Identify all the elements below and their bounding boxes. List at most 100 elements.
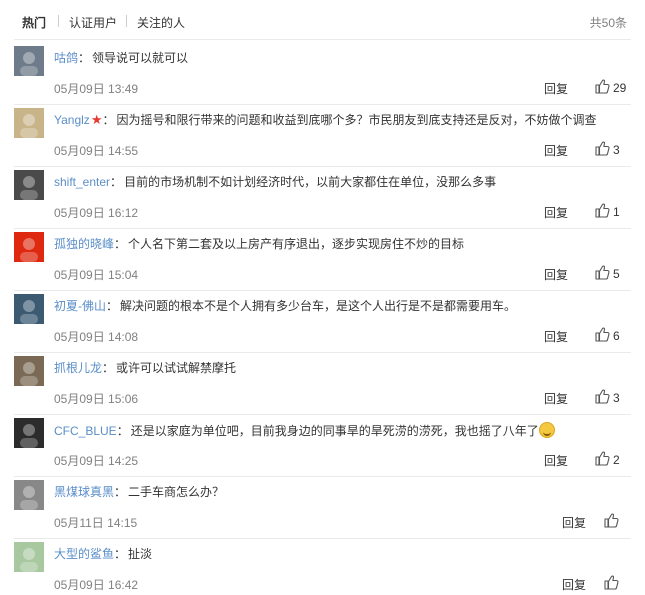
username-link[interactable]: 初夏-佛山 xyxy=(54,299,106,313)
comment-line: 初夏-佛山： 解决问题的根本不是个人拥有多少台车，是这个人出行是不是都需要用车。 xyxy=(54,298,625,314)
thumbs-up-icon xyxy=(603,512,619,531)
comment-timestamp: 05月11日 14:15 xyxy=(54,516,138,530)
thumbs-up-icon xyxy=(594,388,610,407)
comment-text: 扯淡 xyxy=(128,547,153,561)
star-badge-icon: ★ xyxy=(90,112,103,127)
comment-timestamp: 05月09日 13:49 xyxy=(54,82,139,96)
avatar[interactable] xyxy=(14,542,44,572)
avatar-image xyxy=(14,108,44,138)
comment-tabs: 热门 认证用户 关注的人 共50条 xyxy=(0,0,645,40)
like-count: 3 xyxy=(613,390,620,405)
avatar[interactable] xyxy=(14,170,44,200)
thumbs-up-icon xyxy=(594,264,610,283)
colon: ： xyxy=(106,299,119,313)
comment-item: 孤独的晓峰： 个人名下第二套及以上房产有序退出，逐步实现房住不炒的目标 05月09日… xyxy=(0,229,645,291)
comment-item: 抓根儿龙： 或许可以试试解禁摩托 05月09日 15:06 回复 3 xyxy=(0,353,645,415)
comment-item: 黑煤球真黑： 二手车商怎么办？ 05月11日 14:15 回复 xyxy=(0,477,645,539)
avatar-image xyxy=(14,418,44,448)
comment-item: 大型的鲨鱼： 扯淡 05月09日 16:42 回复 xyxy=(0,539,645,595)
thumbs-up-icon xyxy=(594,140,610,159)
comment-timestamp: 05月09日 14:55 xyxy=(54,144,139,158)
colon: ： xyxy=(110,175,123,189)
like-button[interactable]: 1 xyxy=(594,202,620,221)
like-button[interactable] xyxy=(603,512,619,531)
comment-timestamp: 05月09日 14:08 xyxy=(54,330,139,344)
colon: ： xyxy=(102,113,115,127)
username-link[interactable]: 咕鸽 xyxy=(54,51,78,65)
comment-text: 或许可以试试解禁摩托 xyxy=(116,361,237,375)
reply-button[interactable]: 回复 xyxy=(544,80,568,97)
reply-button[interactable]: 回复 xyxy=(544,142,568,159)
avatar[interactable] xyxy=(14,232,44,262)
username-link[interactable]: shift_enter xyxy=(54,175,110,189)
avatar-image xyxy=(14,480,44,510)
tab-verified-users[interactable]: 认证用户 xyxy=(69,14,117,31)
comment-item: 咕鸽： 领导说可以就可以 05月09日 13:49 回复 29 xyxy=(0,43,645,105)
like-button[interactable]: 2 xyxy=(594,450,620,469)
avatar-image xyxy=(14,170,44,200)
divider xyxy=(14,39,631,40)
comment-text: 二手车商怎么办？ xyxy=(128,485,225,499)
comment-line: shift_enter： 目前的市场机制不如计划经济时代，以前大家都住在单位，没那… xyxy=(54,174,625,190)
like-button[interactable]: 3 xyxy=(594,140,620,159)
colon: ： xyxy=(78,51,91,65)
username-link[interactable]: 大型的鲨鱼 xyxy=(54,547,114,561)
reply-button[interactable]: 回复 xyxy=(544,390,568,407)
comment-line: CFC_BLUE： 还是以家庭为单位吧，目前我身边的同事旱的旱死涝的涝死，我也摇了… xyxy=(54,422,625,439)
reply-button[interactable]: 回复 xyxy=(544,266,568,283)
comment-text: 领导说可以就可以 xyxy=(92,51,189,65)
comment-text: 因为摇号和限行带来的问题和收益到底哪个多？市民朋友到底支持还是反对，不妨做个调查 xyxy=(116,113,597,127)
avatar[interactable] xyxy=(14,108,44,138)
comment-text: 解决问题的根本不是个人拥有多少台车，是这个人出行是不是都需要用车。 xyxy=(120,299,517,313)
tab-hot[interactable]: 热门 xyxy=(22,14,46,31)
avatar[interactable] xyxy=(14,294,44,324)
avatar-image xyxy=(14,294,44,324)
username-link[interactable]: 黑煤球真黑 xyxy=(54,485,114,499)
like-button[interactable] xyxy=(603,574,619,593)
comment-line: 咕鸽： 领导说可以就可以 xyxy=(54,50,625,66)
colon: ： xyxy=(114,485,127,499)
reply-button[interactable]: 回复 xyxy=(562,576,586,593)
comment-item: 初夏-佛山： 解决问题的根本不是个人拥有多少台车，是这个人出行是不是都需要用车。 0… xyxy=(0,291,645,353)
comment-line: Yanglz★： 因为摇号和限行带来的问题和收益到底哪个多？市民朋友到底支持还是反… xyxy=(54,112,625,128)
username-link[interactable]: 抓根儿龙 xyxy=(54,361,102,375)
like-button[interactable]: 3 xyxy=(594,388,620,407)
reply-button[interactable]: 回复 xyxy=(544,204,568,221)
avatar-image xyxy=(14,356,44,386)
comment-timestamp: 05月09日 14:25 xyxy=(54,454,139,468)
comment-item: CFC_BLUE： 还是以家庭为单位吧，目前我身边的同事旱的旱死涝的涝死，我也摇了… xyxy=(0,415,645,477)
comment-text: 还是以家庭为单位吧，目前我身边的同事旱的旱死涝的涝死，我也摇了八年了 xyxy=(130,424,539,438)
avatar[interactable] xyxy=(14,356,44,386)
comment-text: 个人名下第二套及以上房产有序退出，逐步实现房住不炒的目标 xyxy=(128,237,465,251)
avatar[interactable] xyxy=(14,418,44,448)
like-count: 5 xyxy=(613,266,620,281)
tab-followed[interactable]: 关注的人 xyxy=(137,14,185,31)
thumbs-up-icon xyxy=(594,202,610,221)
like-button[interactable]: 5 xyxy=(594,264,620,283)
comment-item: Yanglz★： 因为摇号和限行带来的问题和收益到底哪个多？市民朋友到底支持还是反… xyxy=(0,105,645,167)
username-link[interactable]: 孤独的晓峰 xyxy=(54,237,114,251)
comment-line: 孤独的晓峰： 个人名下第二套及以上房产有序退出，逐步实现房住不炒的目标 xyxy=(54,236,625,252)
like-count: 1 xyxy=(613,204,620,219)
comment-timestamp: 05月09日 16:12 xyxy=(54,206,139,220)
avatar-image xyxy=(14,46,44,76)
comment-total-count: 共50条 xyxy=(589,16,627,30)
username-link[interactable]: Yanglz xyxy=(54,113,90,127)
reply-button[interactable]: 回复 xyxy=(544,328,568,345)
like-button[interactable]: 6 xyxy=(594,326,620,345)
like-count: 29 xyxy=(613,80,627,95)
avatar[interactable] xyxy=(14,480,44,510)
like-count: 2 xyxy=(613,452,620,467)
username-link[interactable]: CFC_BLUE xyxy=(54,424,117,438)
like-count: 6 xyxy=(613,328,620,343)
comment-timestamp: 05月09日 16:42 xyxy=(54,578,139,592)
comment-line: 抓根儿龙： 或许可以试试解禁摩托 xyxy=(54,360,625,376)
comment-timestamp: 05月09日 15:04 xyxy=(54,268,139,282)
avatar[interactable] xyxy=(14,46,44,76)
thumbs-up-icon xyxy=(594,78,610,97)
colon: ： xyxy=(114,237,127,251)
comment-timestamp: 05月09日 15:06 xyxy=(54,392,139,406)
like-button[interactable]: 29 xyxy=(594,78,626,97)
reply-button[interactable]: 回复 xyxy=(544,452,568,469)
reply-button[interactable]: 回复 xyxy=(562,514,586,531)
